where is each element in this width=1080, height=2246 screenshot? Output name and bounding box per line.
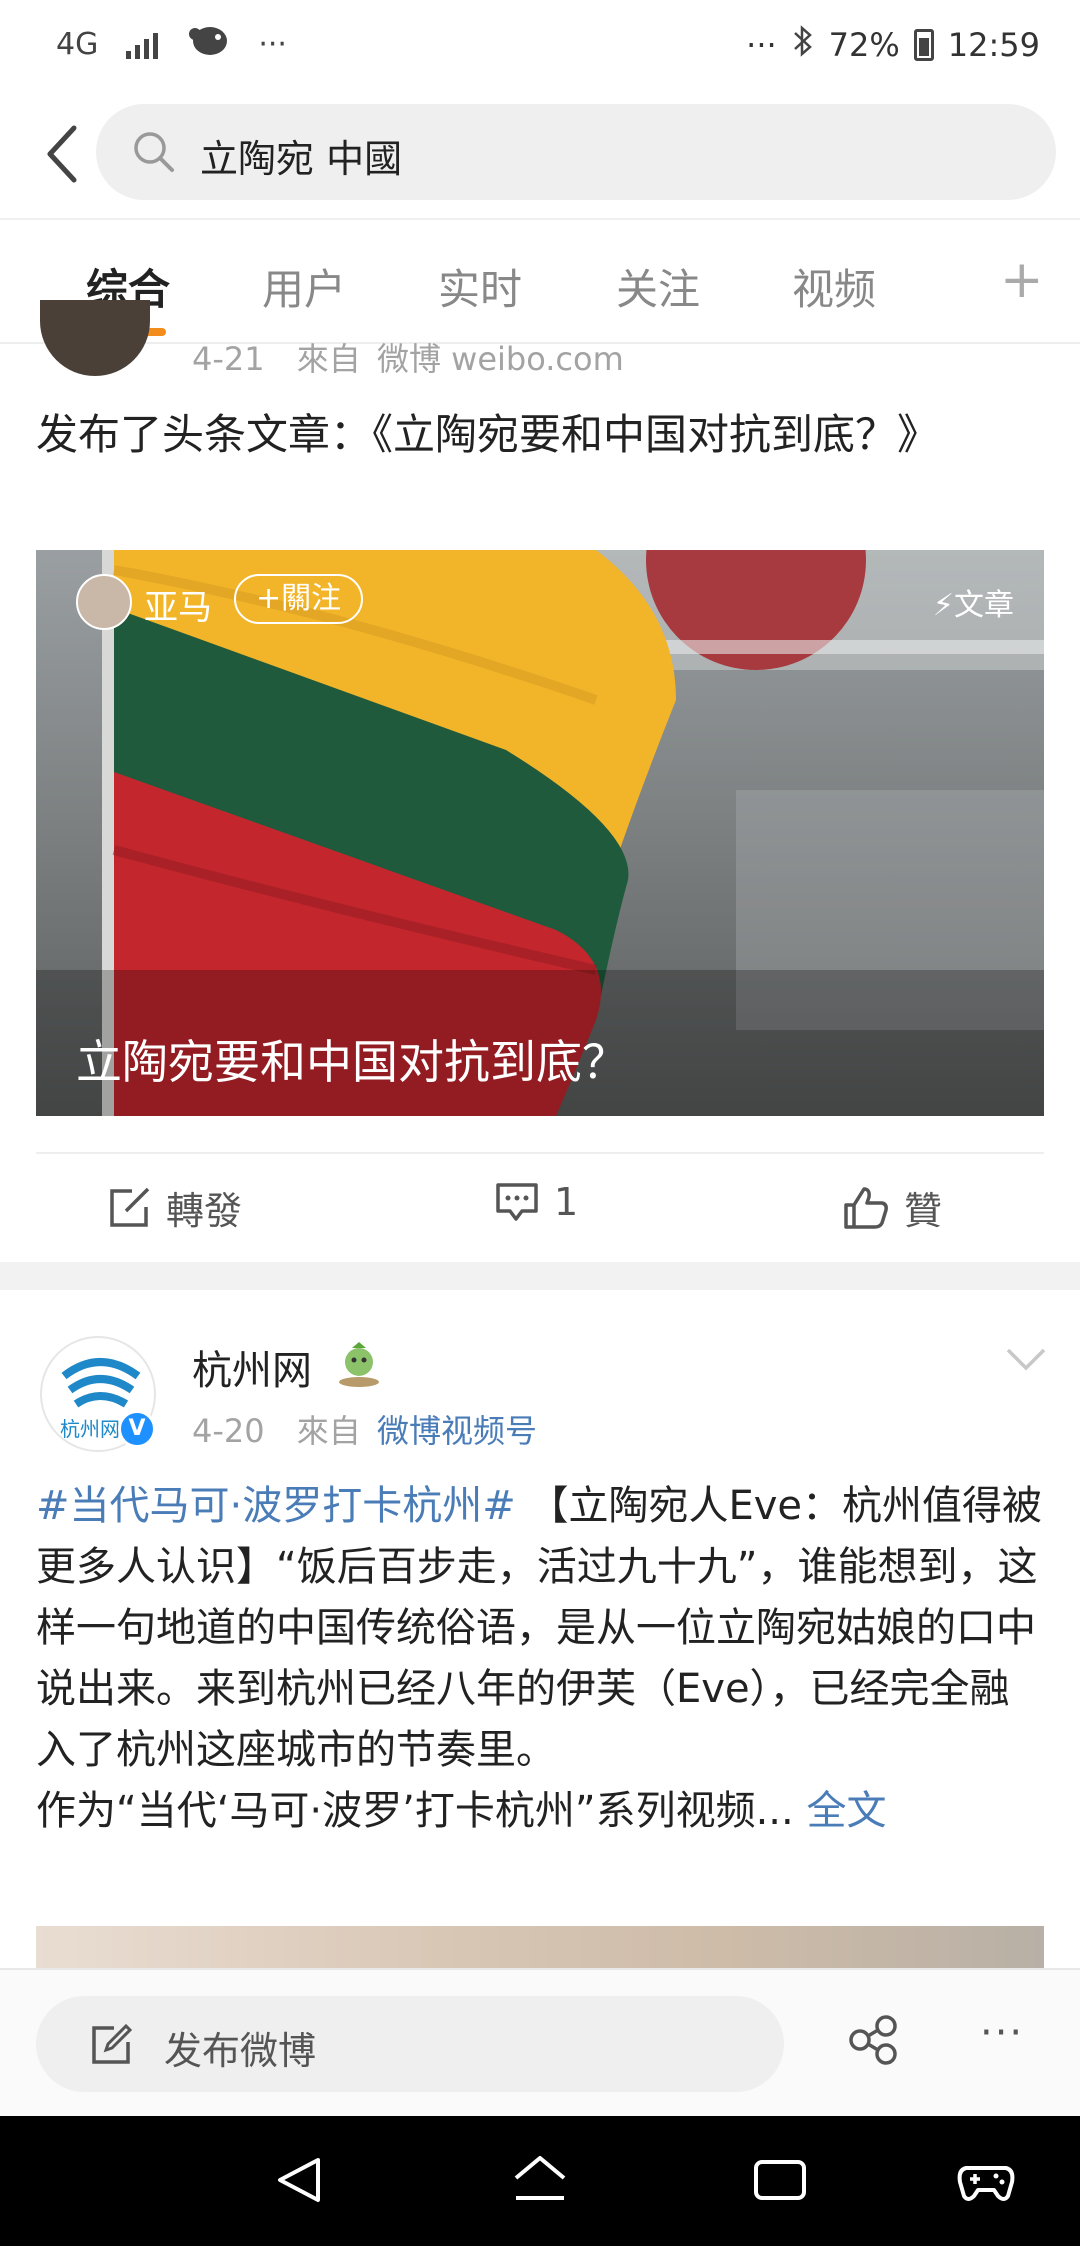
edit-icon [92,2023,133,2064]
back-button[interactable] [22,114,102,194]
post1-source: 微博 weibo.com [376,340,624,378]
clock: 12:59 [947,26,1040,64]
compose-bar: 发布微博 ··· [0,1968,1080,2116]
hashtag-link[interactable]: #当代马可·波罗打卡杭州# [36,1483,516,1529]
card-author-avatar[interactable] [76,574,132,630]
repost-label: 轉發 [166,1189,243,1233]
more-options-button[interactable]: ··· [980,2010,1024,2056]
post2-source-link[interactable]: 微博视频号 [377,1412,537,1450]
post2-video-thumbnail[interactable] [36,1926,1044,1968]
nav-home-icon[interactable] [510,2152,570,2208]
like-button[interactable]: 贊 [842,1180,942,1235]
search-icon [134,132,174,172]
follow-button[interactable]: +關注 [234,574,364,624]
compose-placeholder: 发布微博 [164,2029,317,2073]
signal-icon [126,29,159,59]
repost-icon [110,1187,150,1227]
thumbs-up-icon [844,1186,888,1229]
card-title: 立陶宛要和中国对抗到底？ [76,1035,628,1089]
share-icon[interactable] [846,2012,902,2068]
status-bar: 4G ··· ··· 72% 12:59 [0,0,1080,92]
status-right: ··· 72% 12:59 [746,24,1040,66]
article-type-text: 文章 [954,588,1014,623]
tab-bar: 综合 用户 实时 关注 视频 + [0,218,1080,344]
search-input[interactable]: 立陶宛 中國 [96,104,1056,200]
like-label: 贊 [904,1189,943,1233]
post1-avatar[interactable] [40,300,150,376]
search-query: 立陶宛 中國 [200,137,403,181]
post-separator [0,1262,1080,1290]
post2-meta: 4-20 來自 微博视频号 [192,1406,537,1452]
card-author-name[interactable]: 亚马 [144,580,212,629]
comment-button[interactable]: 1 [494,1180,578,1224]
comment-count: 1 [554,1180,579,1224]
mascot-badge-icon [339,1342,379,1387]
system-nav-bar [0,2116,1080,2246]
post1-meta: 4-21 來自 微博 weibo.com [192,334,624,380]
game-controller-icon[interactable] [956,2152,1016,2208]
search-header: 立陶宛 中國 [0,92,1080,218]
post2-date: 4-20 [192,1412,265,1450]
battery-percent: 72% [828,26,900,64]
post1-from: 來自 [296,340,361,378]
verified-badge-icon: V [118,1410,156,1448]
post2-author-name[interactable]: 杭州网 [192,1338,312,1396]
article-type-label: ⚡文章 [933,580,1014,624]
tab-more-button[interactable]: + [1000,250,1044,310]
tab-video[interactable]: 视频 [792,256,876,317]
nav-recents-icon[interactable] [752,2152,808,2208]
more-notifications-text: ··· [258,26,287,62]
post2-body-continued: 作为“当代‘马可·波罗’打卡杭州”系列视频... [36,1788,794,1834]
post2-text: #当代马可·波罗打卡杭州# 【立陶宛人Eve：杭州值得被更多人认识】“饭后百步走… [36,1476,1046,1842]
repost-button[interactable]: 轉發 [106,1180,242,1235]
article-card[interactable]: 亚马 +關注 ⚡文章 立陶宛要和中国对抗到底？ [36,550,1044,1116]
post1-date: 4-21 [192,340,265,378]
tab-following[interactable]: 关注 [616,256,700,317]
chevron-down-icon[interactable] [1004,1346,1048,1374]
bluetooth-icon [791,24,815,66]
status-left: 4G ··· [56,22,287,66]
comment-icon [496,1183,538,1221]
full-text-link[interactable]: 全文 [806,1788,886,1834]
back-arrow-icon [47,125,77,183]
divider [36,1152,1044,1154]
battery-icon [913,29,934,61]
nav-back-icon[interactable] [272,2152,328,2208]
app-notification-icon [186,22,230,66]
tab-realtime[interactable]: 实时 [438,256,522,317]
svg-text:杭州网: 杭州网 [60,1417,120,1441]
lightning-icon: ⚡ [932,588,954,623]
network-label: 4G [56,26,99,62]
more-status-text: ··· [746,26,777,64]
compose-input[interactable]: 发布微博 [36,1996,784,2092]
post1-text: 发布了头条文章：《立陶宛要和中国对抗到底？》 [36,410,940,459]
tab-users[interactable]: 用户 [262,256,346,317]
post2-from: 來自 [296,1412,361,1450]
